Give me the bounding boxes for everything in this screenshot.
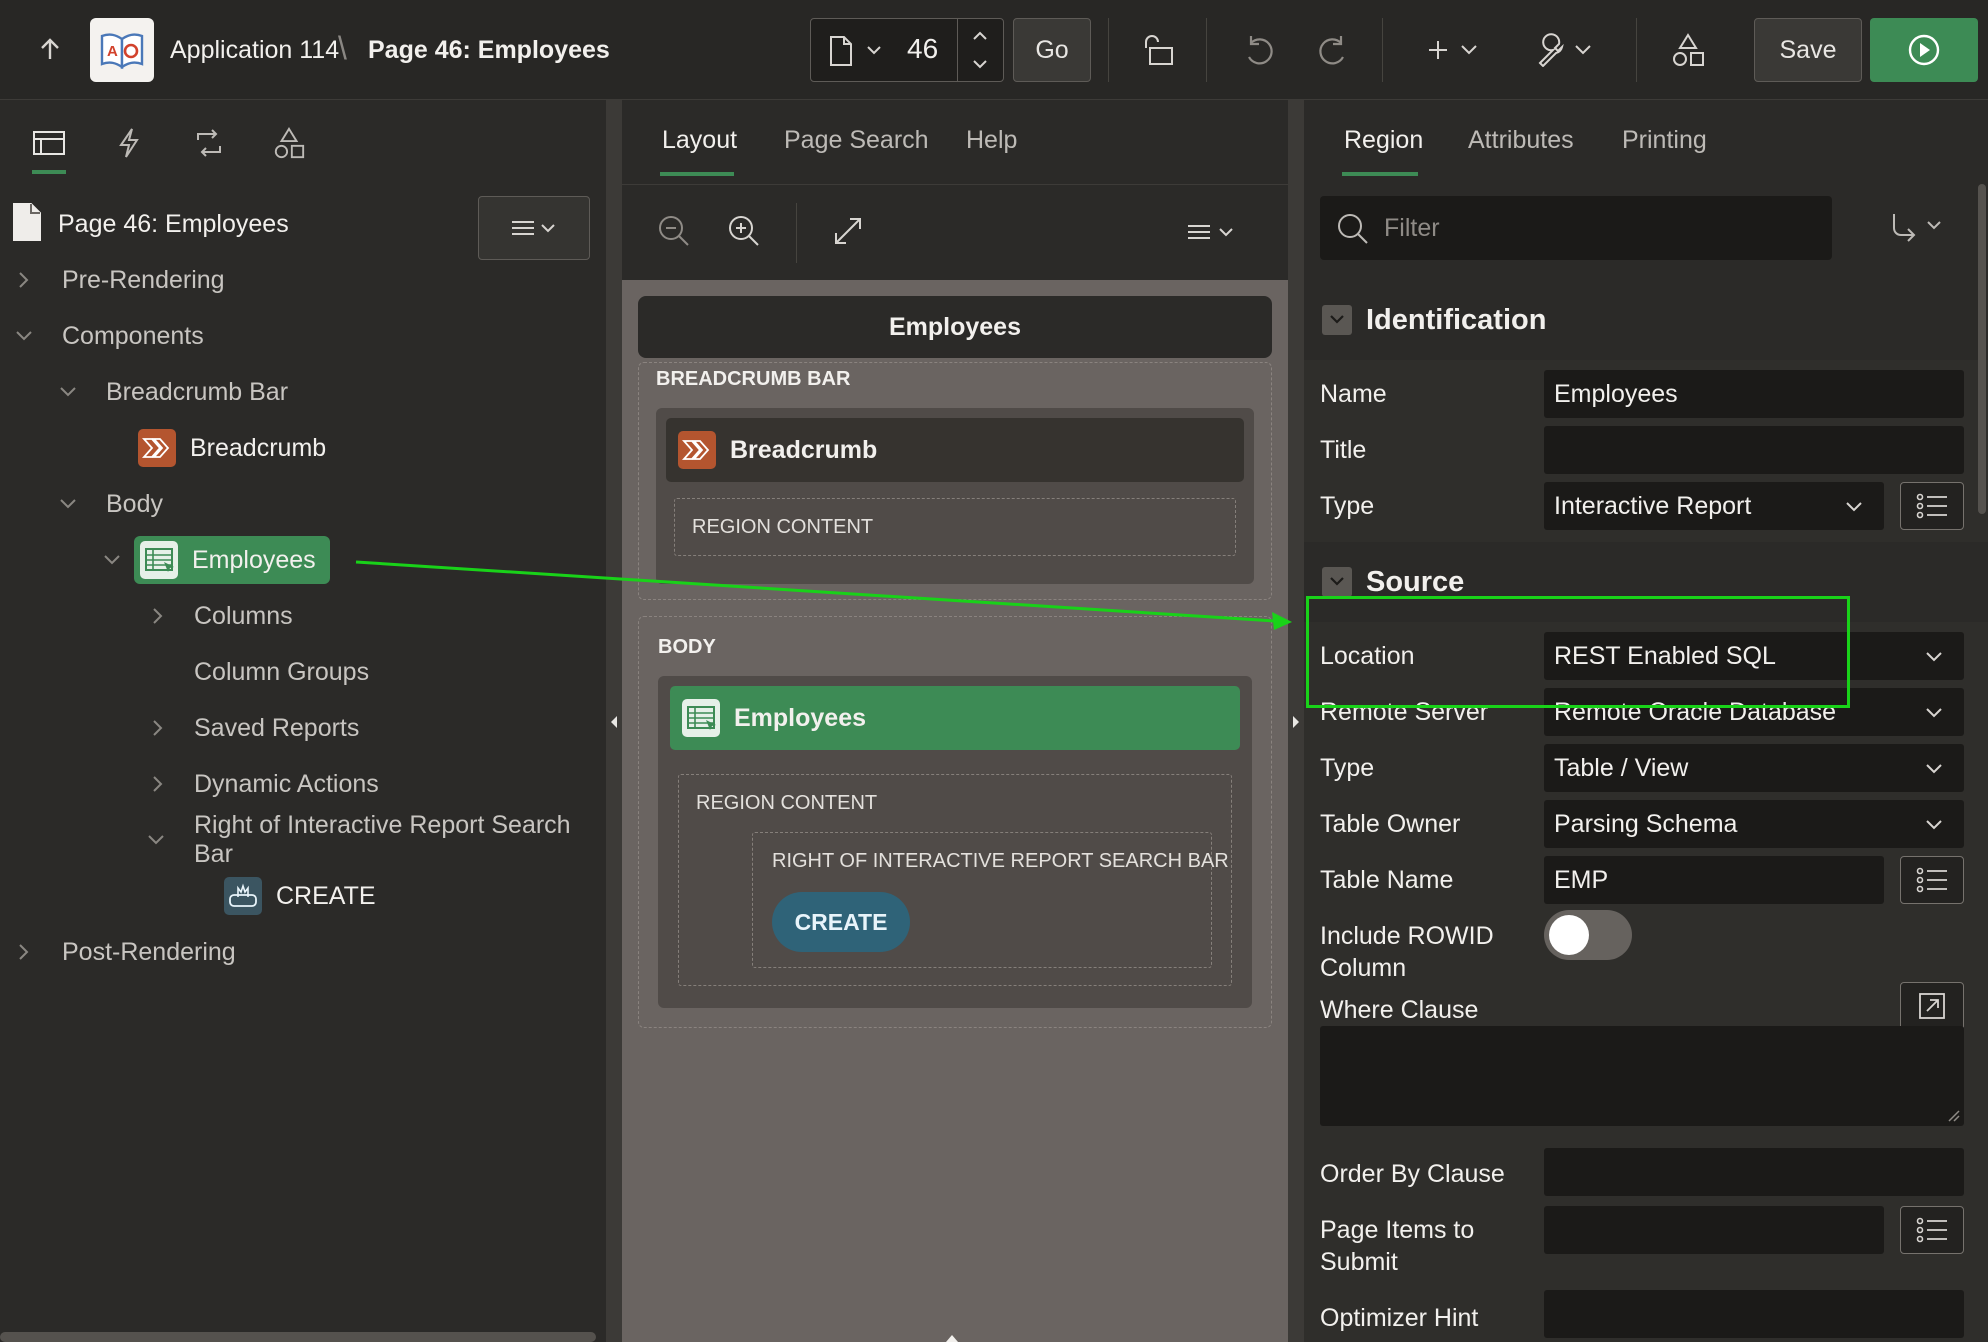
annotation-arrow xyxy=(355,560,1292,630)
